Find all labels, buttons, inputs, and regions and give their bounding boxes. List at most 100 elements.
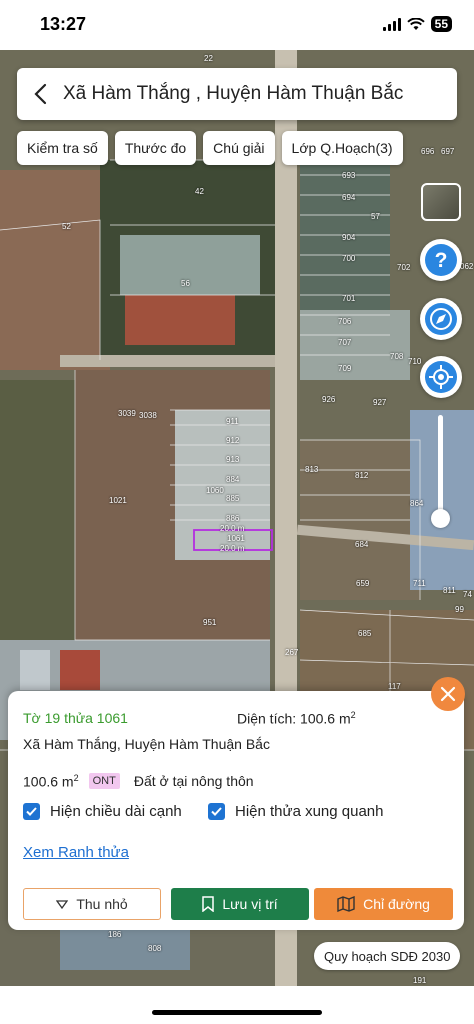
question-icon: ? [425,244,457,276]
parcel-label: 062 [460,262,474,271]
save-location-label: Lưu vị trí [222,896,278,912]
land-use-area-value: 100.6 m [23,773,74,790]
chevron-left-icon [34,83,47,105]
parcel-label: 1021 [109,496,127,505]
home-indicator[interactable] [152,1010,322,1015]
parcel-label: 700 [342,254,356,263]
my-location-button[interactable] [420,356,462,398]
location-target-icon [425,361,457,393]
area-unit-sup: 2 [350,710,356,720]
directions-label: Chỉ đường [363,896,430,912]
parcel-label: 913 [226,455,240,464]
parcel-label: 886 [226,514,240,523]
back-button[interactable] [17,68,63,120]
parcel-label: 707 [338,338,352,347]
ruler-button[interactable]: Thước đo [114,131,197,165]
collapse-button[interactable]: Thu nhỏ [23,888,161,920]
parcel-label: 951 [203,618,217,627]
edge-length-label: 20.0 m [220,524,245,533]
parcel-label: 864 [410,499,424,508]
status-time: 13:27 [40,14,87,34]
parcel-label: 267 [285,648,299,657]
parcel-location: Xã Hàm Thắng, Huyện Hàm Thuận Bắc [23,736,270,752]
signal-icon [382,17,401,31]
area-label: Diện tích: 100.6 m [237,710,351,727]
parcel-label: 711 [413,579,426,588]
parcel-label: 884 [226,475,240,484]
legend-button[interactable]: Chú giải [203,131,275,165]
close-icon [440,686,456,702]
svg-text:?: ? [435,249,448,272]
compass-icon [425,303,457,335]
edge-length-label: 20.0 m [220,544,245,553]
parcel-title: Tờ 19 thửa 1061 [23,710,128,726]
opacity-slider-handle[interactable] [431,509,450,528]
planning-layer-chip[interactable]: Quy hoạch SDĐ 2030 [314,942,461,970]
directions-button[interactable]: Chỉ đường [314,888,453,920]
map-toolbar: Kiểm tra số Thước đo Chú giải Lớp Q.Hoạc… [17,131,403,165]
collapse-label: Thu nhỏ [76,896,128,912]
save-location-button[interactable]: Lưu vị trí [171,888,309,920]
view-boundary-link[interactable]: Xem Ranh thửa [23,844,129,861]
parcel-label: 710 [408,357,422,366]
triangle-down-icon [56,899,69,909]
parcel-label: 52 [62,222,71,231]
parcel-label: 659 [356,579,370,588]
parcel-label: 904 [342,233,356,242]
parcel-info-panel: Tờ 19 thửa 1061 Diện tích: 100.6 m2 Xã H… [8,691,464,930]
land-use-type: Đất ở tại nông thôn [133,773,254,790]
wifi-icon [406,17,425,30]
help-button[interactable]: ? [420,239,462,281]
checkbox-label: Hiện chiều dài cạnh [50,803,182,820]
parcel-label: 3039 [118,409,136,418]
land-use-area-sup: 2 [73,773,79,783]
page-title: Xã Hàm Thắng , Huyện Hàm Thuận Bắc [63,83,404,104]
parcel-label: 186 [108,930,122,939]
parcel-label: 706 [338,317,352,326]
parcel-label: 693 [342,171,356,180]
check-number-button[interactable]: Kiểm tra số [17,131,108,165]
parcel-label: 912 [226,436,240,445]
parcel-label: 57 [371,212,380,221]
close-panel-button[interactable] [431,677,465,711]
parcel-label: 22 [204,54,213,63]
checkbox-checked-icon [23,803,40,820]
planning-layer-button[interactable]: Lớp Q.Hoạch(3) [281,131,403,165]
checkbox-label: Hiện thửa xung quanh [235,803,384,820]
parcel-label: 74 [463,590,472,599]
parcel-label: 117 [388,682,401,691]
land-code-badge: ONT [88,773,120,790]
parcel-label: 191 [413,976,427,985]
parcel-label: 808 [148,944,162,953]
bookmark-icon [202,896,215,912]
parcel-label: 708 [390,352,404,361]
parcel-label: 811 [443,586,456,595]
battery-icon: 55 [430,16,452,32]
checkbox-checked-icon [208,803,225,820]
status-bar: 13:27 55 [0,0,474,50]
parcel-label: 99 [455,605,464,614]
parcel-label: 684 [355,540,369,549]
compass-button[interactable] [420,298,462,340]
show-surrounding-parcels-checkbox[interactable]: Hiện thửa xung quanh [208,803,383,820]
parcel-label: 885 [226,494,240,503]
parcel-label: 42 [195,187,204,196]
show-edge-length-checkbox[interactable]: Hiện chiều dài cạnh [23,803,182,820]
parcel-label: 685 [358,629,372,638]
parcel-label: 56 [181,279,190,288]
status-icons: 55 [382,16,452,32]
parcel-label: 812 [355,471,369,480]
parcel-label: 697 [441,147,455,156]
parcel-label: 3038 [139,411,157,420]
parcel-label: 702 [397,263,411,272]
parcel-label: 694 [342,193,356,202]
map-icon [337,896,355,912]
parcel-label: 926 [322,395,336,404]
parcel-label: 813 [305,465,319,474]
parcel-area: Diện tích: 100.6 m2 [237,710,356,727]
parcel-label: 911 [226,417,239,426]
base-layer-switch-button[interactable] [421,183,461,221]
parcel-label: 696 [421,147,435,156]
location-header: Xã Hàm Thắng , Huyện Hàm Thuận Bắc [17,68,457,120]
home-bar [0,986,474,1024]
